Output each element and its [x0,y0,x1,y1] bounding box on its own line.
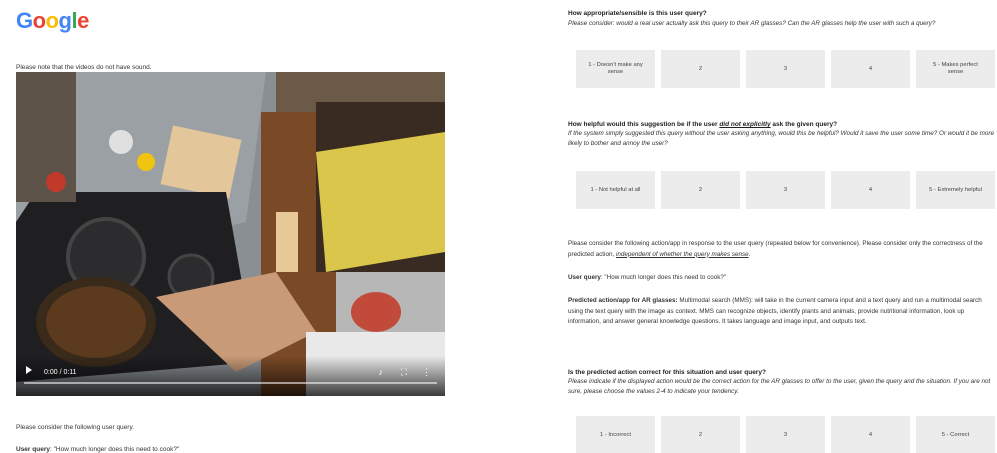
q2-option-5[interactable]: 5 - Extremely helpful [916,171,995,209]
q3-option-2[interactable]: 2 [661,416,740,453]
fullscreen-icon[interactable]: ⛶ [401,367,407,377]
right-user-query-line: User query: "How much longer does this n… [568,273,997,284]
q1-option-4[interactable]: 4 [831,50,910,88]
google-logo: Google [16,8,89,34]
logo-letter: g [58,8,72,33]
q1-rating-group: 1 - Doesn't make any sense 2 3 4 5 - Mak… [576,50,995,88]
left-column: Google Please note that the videos do no… [0,0,470,453]
user-query-value: : "How much longer does this need to coo… [49,446,180,453]
logo-letter: G [16,8,33,33]
logo-letter: e [77,8,89,33]
q1-title: How appropriate/sensible is this user qu… [568,10,707,17]
volume-icon[interactable]: ♪ [379,367,384,377]
q2-option-3[interactable]: 3 [746,171,825,209]
q2-title-pre: How helpful would this suggestion be if … [568,121,720,128]
q3-option-3[interactable]: 3 [746,416,825,453]
q3-title: Is the predicted action correct for this… [568,369,766,376]
q3-option-4[interactable]: 4 [831,416,910,453]
q3-rating-group: 1 - Incorrect 2 3 4 5 - Correct [576,416,995,453]
predicted-action-label: Predicted action/app for AR glasses: [568,297,678,304]
q1-option-3[interactable]: 3 [746,50,825,88]
intro-emphasis: independent of whether the query makes s… [615,250,749,258]
video-progress-bar[interactable] [24,382,437,384]
action-intro-text: Please consider the following action/app… [568,239,997,260]
q3-option-5[interactable]: 5 - Correct [916,416,995,453]
q2-title: How helpful would this suggestion be if … [568,121,837,128]
q1-option-5[interactable]: 5 - Makes perfect sense [916,50,995,88]
right-column: How appropriate/sensible is this user qu… [568,0,997,453]
logo-letter: o [32,8,46,33]
video-controls: 0:00 / 0:11 ♪ ⛶ ⋮ [16,356,445,396]
video-frame [16,72,445,396]
q2-option-1[interactable]: 1 - Not helpful at all [576,171,655,209]
q2-option-2[interactable]: 2 [661,171,740,209]
predicted-action-text: Predicted action/app for AR glasses: Mul… [568,296,997,328]
sound-note: Please note that the videos do not have … [16,64,152,71]
play-icon[interactable] [26,366,32,374]
right-user-query-value: : "How much longer does this need to coo… [600,274,727,281]
q3-subtitle: Please indicate if the displayed action … [568,378,991,395]
video-time: 0:00 / 0:11 [44,369,77,376]
logo-letter: o [45,8,59,33]
q2-rating-group: 1 - Not helpful at all 2 3 4 5 - Extreme… [576,171,995,209]
q1-subtitle: Please consider: would a real user actua… [568,20,936,27]
q2-title-post: ask the given query? [770,121,838,128]
user-query-label: User query [16,446,50,453]
consider-query-text: Please consider the following user query… [16,424,135,431]
user-query-line: User query: "How much longer does this n… [16,446,179,453]
q2-subtitle: If the system simply suggested this quer… [568,130,994,147]
video-player[interactable]: 0:00 / 0:11 ♪ ⛶ ⋮ [16,72,445,396]
intro-post: . [748,250,751,258]
q1-option-1[interactable]: 1 - Doesn't make any sense [576,50,655,88]
q2-title-emphasis: did not explicitly [719,121,771,128]
more-options-icon[interactable]: ⋮ [422,367,431,377]
q1-option-2[interactable]: 2 [661,50,740,88]
q2-option-4[interactable]: 4 [831,171,910,209]
right-user-query-label: User query [568,274,601,281]
q3-option-1[interactable]: 1 - Incorrect [576,416,655,453]
